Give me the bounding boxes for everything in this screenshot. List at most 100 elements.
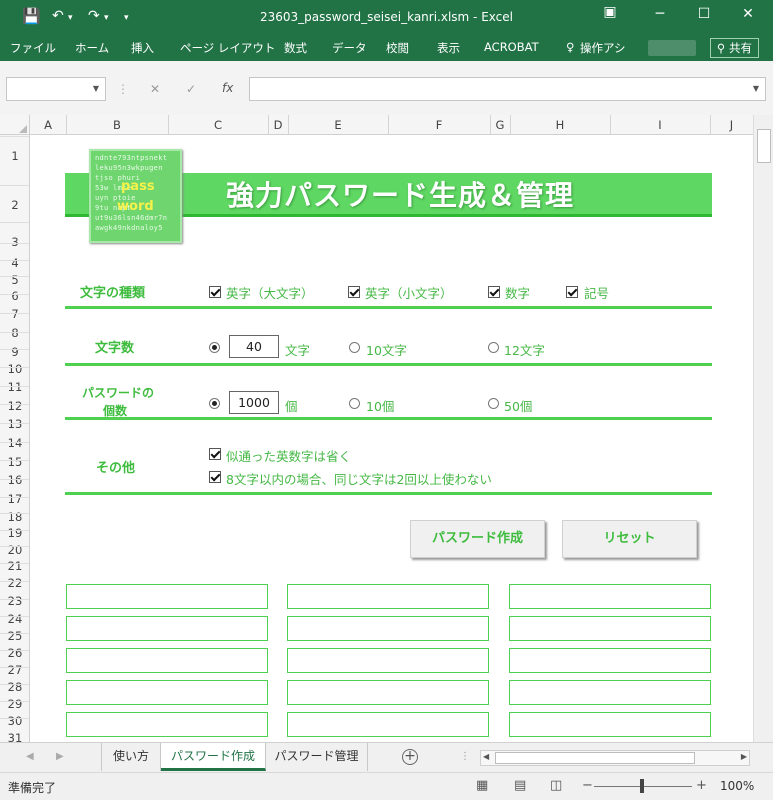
count-custom-radio[interactable]	[209, 398, 220, 409]
sheet-tab-create[interactable]: パスワード作成	[161, 743, 266, 771]
row-header[interactable]: 21	[0, 559, 29, 573]
horizontal-scrollbar[interactable]: ◀ ▶	[480, 750, 750, 766]
column-header[interactable]: J	[710, 118, 753, 132]
scroll-thumb[interactable]	[495, 752, 695, 764]
row-header[interactable]: 4	[0, 256, 29, 270]
sheet-tab-manage[interactable]: パスワード管理	[266, 743, 368, 771]
chevron-down-icon[interactable]: ▼	[753, 84, 759, 93]
column-header[interactable]: G	[490, 118, 510, 132]
column-header[interactable]: A	[30, 118, 66, 132]
cancel-icon[interactable]: ✕	[150, 82, 160, 96]
row-header[interactable]: 27	[0, 663, 29, 677]
digits-checkbox[interactable]	[488, 286, 500, 298]
row-header[interactable]: 9	[0, 345, 29, 359]
count-50-radio[interactable]	[488, 398, 499, 409]
row-header[interactable]: 10	[0, 362, 29, 376]
page-break-icon[interactable]: ◫	[550, 778, 562, 793]
row-header[interactable]: 8	[0, 326, 29, 340]
insert-function-icon[interactable]: fx	[222, 81, 233, 95]
normal-view-icon[interactable]: ▦	[476, 778, 488, 793]
row-header[interactable]: 22	[0, 576, 29, 590]
symbols-checkbox[interactable]	[566, 286, 578, 298]
close-button[interactable]: ✕	[728, 6, 768, 22]
password-output-box[interactable]	[287, 584, 489, 609]
tab-file[interactable]: ファイル	[10, 40, 56, 56]
zoom-in-button[interactable]: +	[696, 778, 707, 793]
scroll-thumb[interactable]	[757, 129, 771, 163]
row-header[interactable]: 30	[0, 714, 29, 728]
add-sheet-icon[interactable]: +	[402, 749, 418, 765]
exclude-similar-checkbox[interactable]	[209, 448, 221, 460]
tell-me-input[interactable]: 操作アシ	[580, 40, 626, 56]
password-output-box[interactable]	[509, 648, 711, 673]
zoom-slider-knob[interactable]	[640, 779, 644, 793]
password-output-box[interactable]	[66, 680, 268, 705]
row-header[interactable]: 16	[0, 473, 29, 487]
scroll-right-icon[interactable]: ▶	[741, 752, 747, 761]
generate-password-button[interactable]: パスワード作成	[410, 520, 545, 558]
row-header[interactable]: 11	[0, 380, 29, 394]
column-header[interactable]: H	[510, 118, 610, 132]
row-header[interactable]: 29	[0, 697, 29, 711]
column-header[interactable]: I	[610, 118, 710, 132]
column-header[interactable]: C	[168, 118, 268, 132]
row-header[interactable]: 31	[0, 731, 29, 742]
zoom-level[interactable]: 100%	[720, 779, 754, 793]
password-output-box[interactable]	[509, 616, 711, 641]
length-custom-radio[interactable]	[209, 342, 220, 353]
row-header[interactable]: 24	[0, 612, 29, 626]
minimize-button[interactable]: ─	[640, 6, 680, 22]
row-header[interactable]: 28	[0, 680, 29, 694]
count-input[interactable]: 1000	[229, 391, 279, 414]
tab-view[interactable]: 表示	[437, 40, 460, 56]
password-output-box[interactable]	[509, 712, 711, 737]
tab-page-layout[interactable]: ページ レイアウト	[180, 40, 275, 56]
tab-insert[interactable]: 挿入	[131, 40, 154, 56]
password-output-box[interactable]	[509, 584, 711, 609]
password-output-box[interactable]	[287, 680, 489, 705]
row-header[interactable]: 1	[0, 149, 29, 163]
tab-formulas[interactable]: 数式	[284, 40, 307, 56]
prev-sheet-icon[interactable]: ◀	[26, 751, 34, 762]
column-header[interactable]: B	[66, 118, 168, 132]
password-output-box[interactable]	[287, 712, 489, 737]
row-header[interactable]: 14	[0, 436, 29, 450]
password-output-box[interactable]	[66, 584, 268, 609]
vertical-scrollbar[interactable]	[753, 115, 773, 742]
row-header[interactable]: 15	[0, 455, 29, 469]
row-header[interactable]: 2	[0, 198, 29, 212]
row-header[interactable]: 12	[0, 399, 29, 413]
name-box[interactable]: ▼	[6, 77, 106, 101]
enter-icon[interactable]: ✓	[186, 82, 196, 96]
length-12-radio[interactable]	[488, 342, 499, 353]
formula-input[interactable]: ▼	[249, 77, 766, 101]
no-repeat-checkbox[interactable]	[209, 471, 221, 483]
tab-home[interactable]: ホーム	[75, 40, 109, 56]
row-header[interactable]: 13	[0, 417, 29, 431]
tab-acrobat[interactable]: ACROBAT	[484, 40, 539, 54]
column-header[interactable]: D	[268, 118, 288, 132]
row-header[interactable]: 6	[0, 289, 29, 303]
user-account[interactable]	[648, 40, 696, 56]
row-header[interactable]: 17	[0, 492, 29, 506]
length-10-radio[interactable]	[349, 342, 360, 353]
reset-button[interactable]: リセット	[562, 520, 697, 558]
tab-data[interactable]: データ	[332, 40, 367, 56]
select-all-button[interactable]	[0, 115, 30, 135]
scroll-left-icon[interactable]: ◀	[483, 752, 489, 761]
ribbon-display-icon[interactable]: ▣	[590, 4, 630, 20]
row-header[interactable]: 26	[0, 646, 29, 660]
column-header[interactable]: E	[288, 118, 388, 132]
chevron-down-icon[interactable]: ▼	[93, 84, 99, 93]
next-sheet-icon[interactable]: ▶	[56, 751, 64, 762]
uppercase-checkbox[interactable]	[209, 286, 221, 298]
sheet-tab-howto[interactable]: 使い方	[101, 743, 161, 771]
password-output-box[interactable]	[509, 680, 711, 705]
length-input[interactable]: 40	[229, 335, 279, 358]
password-output-box[interactable]	[66, 648, 268, 673]
share-button[interactable]: ⚲ 共有	[709, 38, 759, 58]
row-header[interactable]: 25	[0, 629, 29, 643]
maximize-button[interactable]: ☐	[684, 6, 724, 22]
lowercase-checkbox[interactable]	[348, 286, 360, 298]
row-header[interactable]: 23	[0, 594, 29, 608]
